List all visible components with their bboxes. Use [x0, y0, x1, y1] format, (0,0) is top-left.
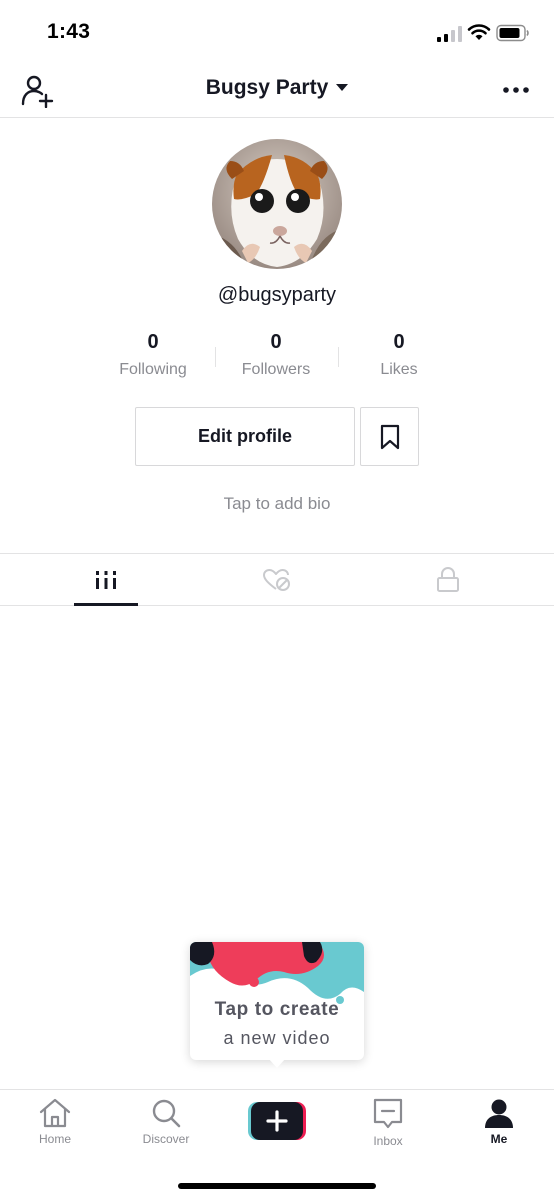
edit-profile-button[interactable]: Edit profile: [135, 407, 355, 466]
nav-me[interactable]: Me: [459, 1098, 539, 1158]
following-label: Following: [119, 361, 187, 378]
stat-followers[interactable]: 0 Followers: [221, 331, 331, 379]
stat-divider: [338, 347, 339, 367]
nav-me-label: Me: [490, 1132, 508, 1146]
avatar[interactable]: [212, 139, 342, 269]
videos-grid-icon: [96, 571, 116, 589]
page-title: Bugsy Party: [205, 76, 329, 99]
search-icon: [152, 1099, 181, 1128]
username: @bugsyparty: [217, 284, 337, 306]
tab-videos[interactable]: [14, 554, 198, 606]
tab-liked[interactable]: [185, 554, 369, 606]
more-options-icon[interactable]: [500, 80, 532, 100]
home-icon: [39, 1098, 71, 1128]
nav-inbox[interactable]: Inbox: [348, 1098, 428, 1158]
nav-discover[interactable]: Discover: [126, 1098, 206, 1158]
lock-icon: [437, 567, 459, 592]
nav-home[interactable]: Home: [15, 1098, 95, 1158]
stat-divider: [215, 347, 216, 367]
stat-following[interactable]: 0 Following: [98, 331, 208, 379]
inbox-icon: [373, 1098, 403, 1129]
caret-down-icon: [336, 84, 349, 91]
following-count: 0: [147, 331, 159, 353]
create-video-tooltip[interactable]: Tap to create a new video: [190, 942, 364, 1068]
battery-icon: [496, 24, 529, 42]
favorites-button[interactable]: [360, 407, 419, 466]
stat-likes[interactable]: 0 Likes: [344, 331, 454, 379]
followers-count: 0: [270, 331, 282, 353]
status-bar: 1:43: [0, 0, 554, 64]
nav-inbox-label: Inbox: [373, 1134, 403, 1148]
home-indicator: [178, 1183, 376, 1189]
status-time: 1:43: [47, 20, 91, 43]
account-switcher[interactable]: Bugsy Party: [0, 76, 554, 100]
tooltip-pointer: [268, 1058, 286, 1068]
nav-home-label: Home: [38, 1132, 71, 1146]
wifi-icon: [467, 24, 491, 40]
bio-placeholder[interactable]: Tap to add bio: [0, 494, 554, 514]
followers-label: Followers: [241, 361, 311, 378]
likes-label: Likes: [380, 361, 418, 378]
likes-count: 0: [393, 331, 405, 353]
create-button[interactable]: [248, 1102, 306, 1140]
content-tabs: [0, 553, 554, 606]
guinea-pig-photo: [212, 139, 342, 269]
nav-discover-label: Discover: [142, 1132, 190, 1146]
person-icon: [485, 1099, 513, 1128]
active-tab-indicator: [74, 603, 138, 606]
tooltip-subtitle: a new video: [223, 1028, 331, 1048]
liked-hidden-icon: [263, 569, 290, 591]
signal-icon: [437, 26, 462, 42]
bookmark-icon: [380, 424, 399, 449]
tooltip-title: Tap to create: [214, 999, 340, 1020]
tab-private[interactable]: [356, 554, 540, 606]
profile-header: Bugsy Party: [0, 64, 554, 118]
